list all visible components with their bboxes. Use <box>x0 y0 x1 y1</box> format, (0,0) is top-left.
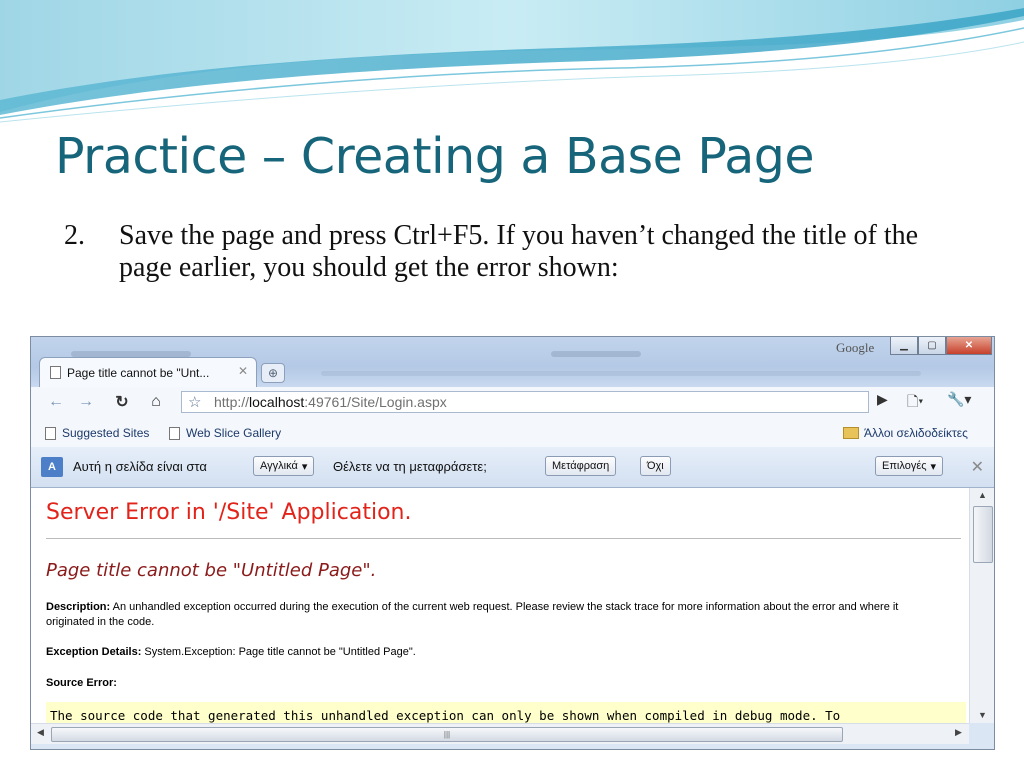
google-label: Google <box>836 340 875 355</box>
translate-prompt: Αυτή η σελίδα είναι στα <box>73 459 207 474</box>
page-menu-button[interactable]: 🗋▾ <box>907 391 923 415</box>
back-arrow-icon: ← <box>48 393 64 410</box>
bookmark-suggested-sites[interactable]: Suggested Sites <box>45 426 149 440</box>
exception-text: System.Exception: Page title cannot be "… <box>144 646 416 658</box>
source-code-box: The source code that generated this unha… <box>46 702 966 723</box>
page-icon <box>169 426 180 440</box>
page-content: Server Error in '/Site' Application. Pag… <box>31 488 969 723</box>
exception-label: Exception Details: <box>46 646 142 658</box>
new-tab-button[interactable]: ⊕ <box>261 363 285 383</box>
scroll-up-icon[interactable]: ▲ <box>978 490 987 500</box>
error-description: Description: An unhandled exception occu… <box>46 600 946 630</box>
home-icon: ⌂ <box>151 393 161 410</box>
play-icon: ▶ <box>877 391 888 407</box>
page-icon <box>50 366 61 379</box>
chevron-down-icon: ▾ <box>930 460 937 473</box>
blurred-title-text <box>551 351 641 357</box>
page-icon <box>45 426 56 440</box>
bookmark-label: Suggested Sites <box>62 426 150 440</box>
language-select[interactable]: Αγγλικά ▾ <box>253 456 315 476</box>
source-error-label: Source Error: <box>46 677 117 689</box>
scroll-down-icon[interactable]: ▼ <box>978 710 987 720</box>
close-window-button[interactable]: ✕ <box>946 337 992 355</box>
wrench-menu-button[interactable]: 🔧▾ <box>947 391 971 408</box>
heading-divider <box>46 538 961 539</box>
error-subheading: Page title cannot be "Untitled Page". <box>46 560 377 581</box>
window-controls: ▁ ▢ ✕ <box>890 337 992 355</box>
bookmark-label: Web Slice Gallery <box>186 426 282 440</box>
bullet-text: Save the page and press Ctrl+F5. If you … <box>119 220 919 283</box>
translate-question: Θέλετε να τη μεταφράσετε; <box>333 459 487 474</box>
options-label: Επιλογές <box>882 460 927 472</box>
error-heading: Server Error in '/Site' Application. <box>46 500 412 525</box>
address-bar[interactable]: ☆ http://localhost:49761/Site/Login.aspx <box>181 391 869 413</box>
bullet-number: 2. <box>64 220 85 251</box>
slide-header-wave <box>0 0 1024 123</box>
translate-button[interactable]: Μετάφραση <box>545 456 617 476</box>
tab-close-icon[interactable]: ✕ <box>238 364 248 378</box>
minimize-button[interactable]: ▁ <box>890 337 918 355</box>
infobar-close-icon[interactable]: ✕ <box>971 457 984 477</box>
minimize-icon: ▁ <box>900 340 908 351</box>
bookmark-web-slice-gallery[interactable]: Web Slice Gallery <box>169 426 281 440</box>
slide-title: Practice – Creating a Base Page <box>55 128 815 185</box>
bookmarks-bar: Suggested Sites Web Slice Gallery Άλλοι … <box>31 419 994 448</box>
folder-icon <box>843 427 859 439</box>
language-label: Αγγλικά <box>260 460 298 472</box>
vertical-scrollbar[interactable]: ▲ ▼ <box>969 488 994 723</box>
grip-icon: ||| <box>443 730 451 739</box>
reload-button[interactable]: ↻ <box>111 391 133 413</box>
close-icon: ✕ <box>964 340 974 351</box>
maximize-icon: ▢ <box>927 340 937 351</box>
url-rest: :49761/Site/Login.aspx <box>304 394 447 410</box>
vertical-scroll-thumb[interactable] <box>973 506 993 563</box>
page-menu-icon: 🗋▾ <box>907 393 924 409</box>
exception-details: Exception Details: System.Exception: Pag… <box>46 645 946 660</box>
tab-active[interactable]: Page title cannot be "Unt... ✕ <box>39 357 257 387</box>
wrench-icon: 🔧▾ <box>947 391 972 407</box>
navigation-toolbar: ← → ↻ ⌂ ☆ http://localhost:49761/Site/Lo… <box>31 387 994 420</box>
maximize-button[interactable]: ▢ <box>918 337 946 355</box>
scroll-right-icon[interactable]: ▶ <box>955 727 962 738</box>
star-icon[interactable]: ☆ <box>188 393 201 411</box>
reload-icon: ↻ <box>115 394 129 411</box>
home-button[interactable]: ⌂ <box>145 391 167 413</box>
other-bookmarks[interactable]: Άλλοι σελιδοδείκτες <box>843 426 968 440</box>
horizontal-scrollbar[interactable]: ◀ ||| ▶ <box>31 723 969 744</box>
chevron-down-icon: ▾ <box>301 460 308 473</box>
url-host: localhost <box>249 394 305 410</box>
no-translate-button[interactable]: Όχι <box>640 456 671 476</box>
url-prefix: http:// <box>214 394 250 410</box>
browser-window: Google ▁ ▢ ✕ Page title cannot be "Unt..… <box>30 336 995 750</box>
forward-arrow-icon: → <box>78 393 94 410</box>
description-text: An unhandled exception occurred during t… <box>46 601 899 628</box>
blurred-tabstrip-text <box>321 371 921 376</box>
go-button[interactable]: ▶ <box>877 391 888 408</box>
scroll-left-icon[interactable]: ◀ <box>37 727 44 738</box>
source-error: Source Error: <box>46 676 946 691</box>
options-button[interactable]: Επιλογές ▾ <box>875 456 944 476</box>
tab-title: Page title cannot be "Unt... <box>67 365 210 380</box>
plus-icon: ⊕ <box>267 366 279 380</box>
forward-button[interactable]: → <box>75 391 97 413</box>
other-bookmarks-label: Άλλοι σελιδοδείκτες <box>864 426 968 440</box>
window-titlebar: Google ▁ ▢ ✕ Page title cannot be "Unt..… <box>31 337 994 387</box>
translate-icon: A <box>41 457 63 477</box>
translate-infobar: A Αυτή η σελίδα είναι στα Αγγλικά ▾ Θέλε… <box>31 447 994 488</box>
description-label: Description: <box>46 601 111 613</box>
horizontal-scroll-thumb[interactable]: ||| <box>51 727 843 742</box>
back-button[interactable]: ← <box>45 391 67 413</box>
